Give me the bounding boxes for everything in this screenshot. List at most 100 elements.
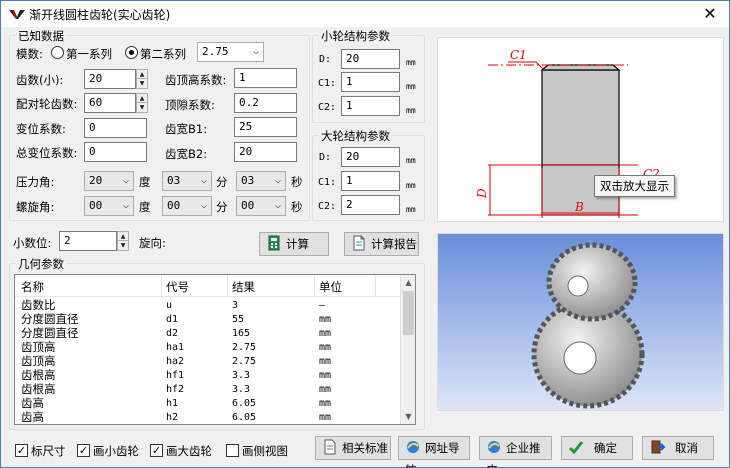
col-divider[interactable]	[314, 275, 315, 296]
min-unit: 分	[216, 200, 228, 214]
table-row[interactable]: 齿高 h1 6.05 mm	[15, 397, 403, 410]
gear-3d-render[interactable]	[437, 233, 724, 411]
col-divider[interactable]	[227, 275, 228, 296]
col-divider[interactable]	[161, 275, 162, 296]
table-row[interactable]: 齿高 h2 6.05 mm	[15, 411, 403, 424]
small-c2-input[interactable]: 1	[341, 96, 400, 116]
col-header-name[interactable]: 名称	[21, 279, 44, 295]
col-header-code[interactable]: 代号	[166, 279, 189, 295]
pressure-angle-label: 压力角:	[16, 175, 55, 189]
known-data-title: 已知数据	[16, 28, 66, 44]
width-b2-input[interactable]: 20	[234, 142, 297, 162]
series2-radio[interactable]	[125, 46, 138, 59]
stepper-down-icon[interactable]: ▼	[137, 103, 147, 112]
standards-button[interactable]: 相关标准	[315, 436, 391, 460]
small-d-input[interactable]: 20	[341, 49, 400, 69]
width-b1-input[interactable]: 25	[234, 117, 297, 137]
table-row[interactable]: 齿顶高 ha1 2.75 mm	[15, 341, 403, 354]
small-gear-body	[541, 69, 620, 166]
cell-unit: mm	[319, 384, 332, 395]
decimals-input[interactable]: 2	[59, 231, 117, 251]
table-row[interactable]: 齿根高 hf2 3.3 mm	[15, 383, 403, 396]
cell-unit: mm	[319, 356, 332, 367]
large-c1-input[interactable]: 1	[341, 171, 400, 191]
close-icon[interactable]: ✕	[699, 3, 721, 25]
helix-deg-value: 00	[89, 199, 103, 212]
promo-button[interactable]: 企业推广	[479, 436, 552, 468]
draw-large-label: 画大齿轮	[166, 444, 212, 458]
large-c2-unit: mm	[406, 205, 416, 214]
gear-section-drawing[interactable]: C1 D B C2	[437, 37, 724, 222]
stepper-up-icon[interactable]: ▲	[137, 70, 147, 79]
table-row[interactable]: 齿数比 u 3 —	[15, 299, 403, 312]
teeth-mating-input[interactable]: 60	[84, 93, 136, 113]
module-select[interactable]: 2.75 ⌵	[197, 42, 264, 62]
teeth-small-label: 齿数(小):	[16, 73, 64, 87]
cell-result: 6.05	[232, 398, 257, 409]
cell-result: 165	[232, 328, 251, 339]
shift-coef-input[interactable]: 0	[84, 118, 147, 138]
total-shift-input[interactable]: 0	[84, 142, 147, 162]
decimals-stepper[interactable]: ▲ ▼	[117, 231, 129, 251]
clearance-coef-input[interactable]: 0.2	[234, 93, 297, 113]
col-header-unit[interactable]: 单位	[319, 279, 342, 295]
web-nav-button[interactable]: 网址导航	[398, 436, 470, 468]
calculate-button[interactable]: 计算	[259, 232, 329, 256]
helix-deg-select[interactable]: 00 ⌵	[84, 196, 134, 216]
tooltip: 双击放大显示	[594, 175, 675, 197]
dimensions-checkbox[interactable]: ✓	[15, 444, 28, 457]
table-scrollbar[interactable]: ▲ ▼	[400, 275, 415, 424]
helix-min-select[interactable]: 00 ⌵	[162, 196, 212, 216]
checkmark-icon	[568, 441, 584, 455]
window-title: 渐开线圆柱齿轮(实心齿轮)	[29, 8, 171, 22]
pressure-sec-select[interactable]: 03 ⌵	[236, 171, 286, 191]
addendum-coef-input[interactable]: 1	[234, 68, 297, 88]
cancel-button[interactable]: 取消	[642, 436, 714, 460]
teeth-small-stepper[interactable]: ▲ ▼	[136, 69, 148, 89]
cell-code: d2	[166, 328, 179, 339]
helix-sec-select[interactable]: 00 ⌵	[236, 196, 286, 216]
small-gear-shape	[546, 242, 638, 322]
large-d-input[interactable]: 20	[341, 147, 400, 167]
report-button[interactable]: 计算报告	[344, 232, 419, 256]
cell-code: h2	[166, 412, 179, 423]
cell-name: 齿高	[21, 410, 44, 424]
chevron-down-icon: ⌵	[200, 175, 207, 186]
stepper-down-icon[interactable]: ▼	[118, 241, 128, 250]
table-row[interactable]: 齿根高 hf1 3.3 mm	[15, 369, 403, 382]
cell-name: 分度圆直径	[21, 326, 79, 340]
side-view-checkbox[interactable]	[226, 444, 239, 457]
small-c1-unit: mm	[406, 82, 416, 91]
cell-unit: mm	[319, 342, 332, 353]
series1-radio[interactable]	[51, 46, 64, 59]
pressure-deg-select[interactable]: 20 ⌵	[84, 171, 134, 191]
pressure-deg-value: 20	[89, 174, 103, 187]
draw-large-checkbox[interactable]: ✓	[150, 444, 163, 457]
pressure-min-select[interactable]: 03 ⌵	[162, 171, 212, 191]
ok-button[interactable]: 确定	[561, 436, 633, 460]
scroll-down-icon[interactable]: ▼	[401, 409, 415, 424]
module-value: 2.75	[202, 45, 229, 58]
d-dim-label: D	[475, 188, 489, 199]
scroll-up-icon[interactable]: ▲	[401, 275, 415, 290]
table-row[interactable]: 齿顶高 ha2 2.75 mm	[15, 355, 403, 368]
total-shift-label: 总变位系数:	[16, 146, 78, 160]
large-c2-input[interactable]: 2	[341, 195, 400, 215]
col-divider[interactable]	[375, 275, 376, 296]
stepper-down-icon[interactable]: ▼	[137, 79, 147, 88]
geometry-table[interactable]: 名称 代号 结果 单位 齿数比 u 3 — 分度圆直径 d1 55 mm 分度圆直径 d2 165 m…	[14, 274, 416, 425]
pressure-sec-value: 03	[241, 174, 255, 187]
teeth-small-input[interactable]: 20	[84, 69, 136, 89]
scroll-thumb[interactable]	[403, 291, 414, 335]
small-c1-input[interactable]: 1	[341, 72, 400, 92]
teeth-mating-stepper[interactable]: ▲ ▼	[136, 93, 148, 113]
stepper-up-icon[interactable]: ▲	[118, 232, 128, 241]
draw-small-checkbox[interactable]: ✓	[77, 444, 90, 457]
cell-code: hf2	[166, 384, 185, 395]
col-header-result[interactable]: 结果	[232, 279, 255, 295]
stepper-up-icon[interactable]: ▲	[137, 94, 147, 103]
table-row[interactable]: 分度圆直径 d1 55 mm	[15, 313, 403, 326]
report-label: 计算报告	[371, 237, 417, 251]
cell-unit: mm	[319, 412, 332, 423]
table-row[interactable]: 分度圆直径 d2 165 mm	[15, 327, 403, 340]
